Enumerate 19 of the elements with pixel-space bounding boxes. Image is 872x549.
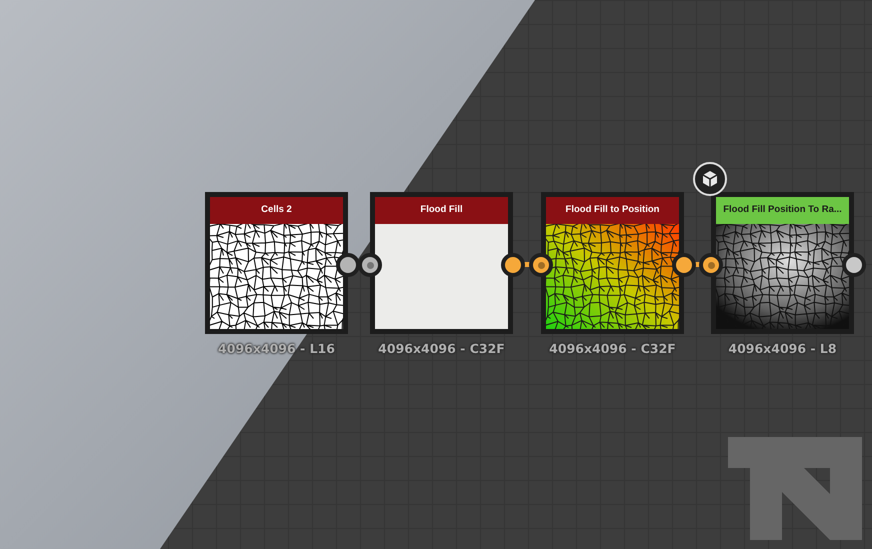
input-port[interactable]: [529, 253, 553, 277]
node-title: Flood Fill Position To Ra...: [716, 197, 849, 224]
cube-icon[interactable]: [693, 162, 727, 196]
node-title: Flood Fill: [375, 197, 508, 224]
resolution-label: 4096x4096 - L8: [727, 340, 838, 358]
graph-node[interactable]: Flood Fill Position To Ra...: [711, 192, 854, 334]
output-port[interactable]: [672, 253, 696, 277]
resolution-label: 4096x4096 - L16: [217, 340, 336, 358]
node-title: Flood Fill to Position: [546, 197, 679, 224]
output-port[interactable]: [842, 253, 866, 277]
logo-icon: [728, 437, 862, 540]
output-port[interactable]: [501, 253, 525, 277]
input-port[interactable]: [699, 253, 723, 277]
graph-node[interactable]: Flood Fill to Position: [541, 192, 684, 334]
resolution-label: 4096x4096 - C32F: [548, 340, 677, 358]
graph-node[interactable]: Cells 2: [205, 192, 348, 334]
graph-node[interactable]: Flood Fill: [370, 192, 513, 334]
node-title: Cells 2: [210, 197, 343, 224]
resolution-label: 4096x4096 - C32F: [377, 340, 506, 358]
